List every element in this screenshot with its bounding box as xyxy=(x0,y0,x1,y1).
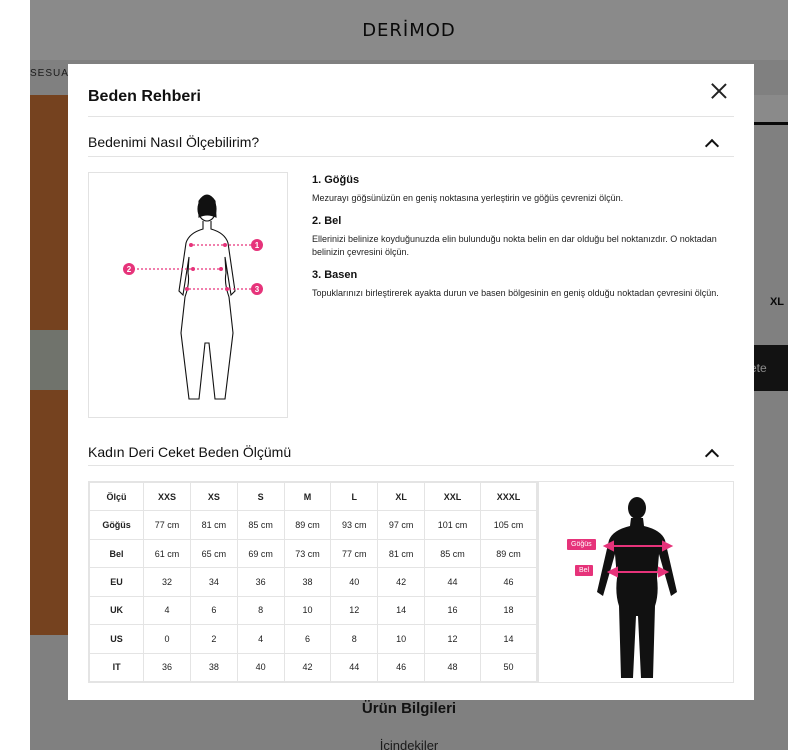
table-cell: 38 xyxy=(189,652,238,683)
table-cell: 10 xyxy=(283,595,332,626)
table-header-cell: XXXL xyxy=(479,481,538,512)
table-cell: 73 cm xyxy=(283,538,332,569)
table-cell: 77 cm xyxy=(143,510,191,540)
step-text-chest: Mezurayı göğsünüzün en geniş noktasına y… xyxy=(312,193,624,203)
table-cell: 40 xyxy=(236,652,285,683)
table-cell: 12 xyxy=(424,624,481,654)
table-cell: 8 xyxy=(330,624,379,654)
marker-label: 3 xyxy=(255,285,260,294)
table-cell: 85 cm xyxy=(424,538,481,569)
modal-title: Beden Rehberi xyxy=(88,88,201,105)
size-chart-table: Ölçü XXS XS S M L XL XXL XXXL Göğüs 77 c… xyxy=(88,481,538,683)
table-cell: 14 xyxy=(377,595,425,626)
size-chart-table-wrapper: Ölçü XXS XS S M L XL XXL XXXL Göğüs 77 c… xyxy=(88,481,538,683)
size-chart-title[interactable]: Kadın Deri Ceket Beden Ölçümü xyxy=(88,444,291,460)
table-cell: 42 xyxy=(377,567,425,597)
table-cell: 2 xyxy=(189,624,238,654)
table-cell: 89 cm xyxy=(283,510,332,540)
table-cell: 34 xyxy=(189,567,238,597)
chevron-up-icon[interactable] xyxy=(704,446,718,460)
table-header-cell: Ölçü xyxy=(88,481,145,512)
woman-outline-illustration: 1 2 3 xyxy=(123,194,263,400)
table-row-label: US xyxy=(88,624,145,654)
table-cell: 61 cm xyxy=(143,538,191,569)
table-cell: 6 xyxy=(283,624,332,654)
divider xyxy=(88,156,734,157)
body-silhouette-illustration xyxy=(597,497,677,678)
marker-label: 2 xyxy=(127,265,132,274)
table-cell: 32 xyxy=(143,567,191,597)
table-cell: 97 cm xyxy=(377,510,425,540)
chest-tag: Göğüs xyxy=(567,539,596,550)
table-row-label: Bel xyxy=(88,538,145,569)
table-cell: 44 xyxy=(330,652,379,683)
table-header-cell: S xyxy=(236,481,285,512)
table-cell: 77 cm xyxy=(330,538,379,569)
table-row-label: Göğüs xyxy=(88,510,145,540)
table-cell: 81 cm xyxy=(189,510,238,540)
table-cell: 4 xyxy=(236,624,285,654)
table-cell: 36 xyxy=(143,652,191,683)
table-cell: 50 xyxy=(479,652,538,683)
table-cell: 14 xyxy=(479,624,538,654)
table-header-cell: XXL xyxy=(424,481,481,512)
chevron-up-icon[interactable] xyxy=(704,136,718,150)
table-cell: 89 cm xyxy=(479,538,538,569)
table-cell: 65 cm xyxy=(189,538,238,569)
table-header-cell: XXS xyxy=(143,481,191,512)
table-cell: 105 cm xyxy=(479,510,538,540)
step-title-hip: 3. Basen xyxy=(312,269,358,281)
table-cell: 46 xyxy=(479,567,538,597)
measurement-steps: 1. Göğüs Mezurayı göğsünüzün en geniş no… xyxy=(312,174,722,310)
silhouette-diagram: Göğüs Bel xyxy=(538,481,734,683)
table-row-label: IT xyxy=(88,652,145,683)
table-cell: 46 xyxy=(377,652,425,683)
step-text-hip: Topuklarınızı birleştirerek ayakta durun… xyxy=(312,288,719,298)
step-title-waist: 2. Bel xyxy=(312,215,342,227)
table-cell: 8 xyxy=(236,595,285,626)
table-cell: 44 xyxy=(424,567,481,597)
table-row: EU 32 34 36 38 40 42 44 46 xyxy=(88,567,538,597)
table-cell: 93 cm xyxy=(330,510,379,540)
table-header-row: Ölçü XXS XS S M L XL XXL XXXL xyxy=(88,481,538,512)
table-header-cell: XL xyxy=(377,481,425,512)
close-icon[interactable] xyxy=(708,80,730,102)
step-title-chest: 1. Göğüs xyxy=(312,174,360,186)
table-cell: 42 xyxy=(283,652,332,683)
table-cell: 36 xyxy=(236,567,285,597)
table-row: US 0 2 4 6 8 10 12 14 xyxy=(88,624,538,654)
how-to-measure-title[interactable]: Bedenimi Nasıl Ölçebilirim? xyxy=(88,134,259,150)
table-header-cell: M xyxy=(283,481,332,512)
size-guide-modal: Beden Rehberi Bedenimi Nasıl Ölçebilirim… xyxy=(68,64,754,700)
table-cell: 6 xyxy=(189,595,238,626)
table-cell: 18 xyxy=(479,595,538,626)
table-row: Göğüs 77 cm 81 cm 85 cm 89 cm 93 cm 97 c… xyxy=(88,510,538,540)
waist-tag: Bel xyxy=(575,565,594,576)
table-row-label: EU xyxy=(88,567,145,597)
table-row: UK 4 6 8 10 12 14 16 18 xyxy=(88,595,538,626)
table-cell: 4 xyxy=(143,595,191,626)
divider xyxy=(88,116,734,117)
table-cell: 38 xyxy=(283,567,332,597)
step-text-waist: Ellerinizi belinize koyduğunuzda elin bu… xyxy=(312,234,717,257)
table-header-cell: L xyxy=(330,481,379,512)
divider xyxy=(88,465,734,466)
table-cell: 12 xyxy=(330,595,379,626)
table-cell: 16 xyxy=(424,595,481,626)
table-cell: 40 xyxy=(330,567,379,597)
table-row: Bel 61 cm 65 cm 69 cm 73 cm 77 cm 81 cm … xyxy=(88,538,538,569)
table-cell: 85 cm xyxy=(236,510,285,540)
measurement-figure: 1 2 3 xyxy=(88,172,288,418)
table-cell: 81 cm xyxy=(377,538,425,569)
table-header-cell: XS xyxy=(189,481,238,512)
table-row-label: UK xyxy=(88,595,145,626)
table-row: IT 36 38 40 42 44 46 48 50 xyxy=(88,652,538,683)
table-cell: 0 xyxy=(143,624,191,654)
table-cell: 10 xyxy=(377,624,425,654)
table-cell: 48 xyxy=(424,652,481,683)
table-cell: 69 cm xyxy=(236,538,285,569)
table-cell: 101 cm xyxy=(424,510,481,540)
marker-label: 1 xyxy=(255,241,260,250)
